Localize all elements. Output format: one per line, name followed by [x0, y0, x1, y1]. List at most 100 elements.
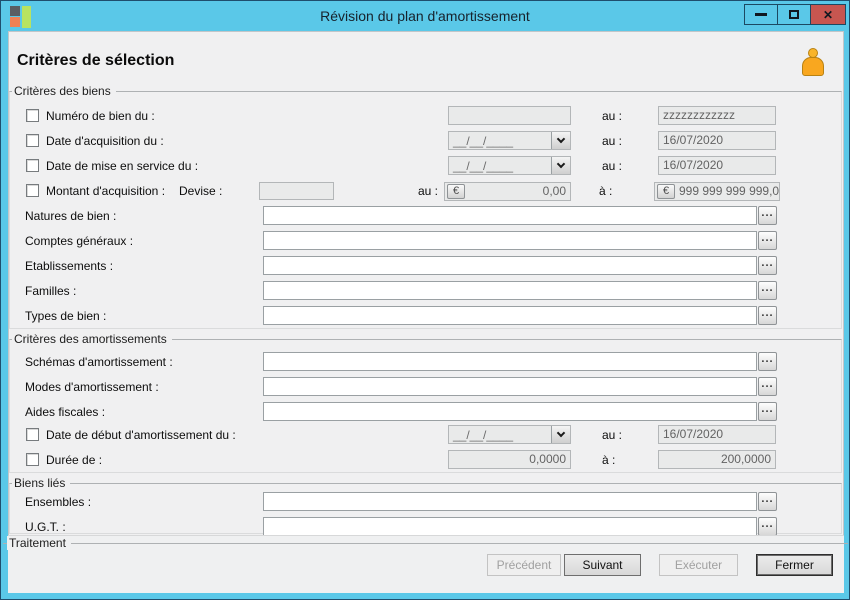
numero-bien-checkbox[interactable] [26, 109, 39, 122]
etablissements-browse-button[interactable]: ... [758, 256, 777, 275]
ellipsis-icon: ... [761, 282, 773, 294]
date-debut-to-field: 16/07/2020 [658, 425, 776, 444]
date-debut-label: Date de début d'amortissement du : [46, 428, 236, 442]
types-label: Types de bien : [25, 309, 106, 323]
schemas-input[interactable] [263, 352, 757, 371]
montant-to-field: € 999 999 999 999,00 [654, 182, 780, 201]
close-button[interactable]: ✕ [810, 4, 846, 25]
page-title: Critères de sélection [17, 52, 174, 70]
a-label: à : [599, 184, 612, 198]
familles-label: Familles : [25, 284, 76, 298]
dialog-window: Révision du plan d'amortissement ✕ Critè… [0, 0, 850, 600]
a-label: à : [602, 453, 615, 467]
suivant-button[interactable]: Suivant [564, 554, 641, 576]
euro-icon: € [447, 184, 465, 199]
date-debut-from-combo: __/__/____ [448, 425, 571, 444]
group-legend: Critères des amortissements [12, 332, 172, 346]
chevron-down-icon [557, 429, 565, 437]
ellipsis-icon: ... [761, 518, 773, 530]
ellipsis-icon: ... [761, 257, 773, 269]
minimize-button[interactable] [744, 4, 778, 25]
date-mise-service-from-combo: __/__/____ [448, 156, 571, 175]
au-label: au : [602, 134, 622, 148]
group-legend: Critères des biens [12, 84, 116, 98]
executer-button: Exécuter [659, 554, 738, 576]
types-input[interactable] [263, 306, 757, 325]
numero-bien-from-field [448, 106, 571, 125]
maximize-button[interactable] [777, 4, 811, 25]
ellipsis-icon: ... [761, 403, 773, 415]
au-label: au : [418, 184, 438, 198]
date-mise-service-to-field: 16/07/2020 [658, 156, 776, 175]
modes-input[interactable] [263, 377, 757, 396]
types-browse-button[interactable]: ... [758, 306, 777, 325]
title-bar[interactable]: Révision du plan d'amortissement ✕ [1, 1, 849, 31]
ugt-input[interactable] [263, 517, 757, 536]
duree-to-field: 200,0000 [658, 450, 776, 469]
comptes-browse-button[interactable]: ... [758, 231, 777, 250]
ensembles-browse-button[interactable]: ... [758, 492, 777, 511]
au-label: au : [602, 159, 622, 173]
precedent-button: Précédent [487, 554, 561, 576]
date-mise-service-label: Date de mise en service du : [46, 159, 198, 173]
group-legend: Biens liés [12, 476, 70, 490]
ellipsis-icon: ... [761, 232, 773, 244]
familles-input[interactable] [263, 281, 757, 300]
natures-browse-button[interactable]: ... [758, 206, 777, 225]
window-title: Révision du plan d'amortissement [1, 8, 849, 24]
date-debut-checkbox[interactable] [26, 428, 39, 441]
date-acquisition-label: Date d'acquisition du : [46, 134, 164, 148]
ugt-browse-button[interactable]: ... [758, 517, 777, 536]
ellipsis-icon: ... [761, 307, 773, 319]
ellipsis-icon: ... [761, 353, 773, 365]
dropdown-button[interactable] [551, 132, 570, 149]
comptes-label: Comptes généraux : [25, 234, 133, 248]
aides-browse-button[interactable]: ... [758, 402, 777, 421]
euro-icon: € [657, 184, 675, 199]
ellipsis-icon: ... [761, 493, 773, 505]
chevron-down-icon [557, 160, 565, 168]
user-icon [801, 48, 825, 78]
schemas-browse-button[interactable]: ... [758, 352, 777, 371]
natures-input[interactable] [263, 206, 757, 225]
devise-label: Devise : [179, 184, 222, 198]
ellipsis-icon: ... [761, 378, 773, 390]
modes-browse-button[interactable]: ... [758, 377, 777, 396]
ensembles-input[interactable] [263, 492, 757, 511]
dropdown-button[interactable] [551, 157, 570, 174]
group-legend: Traitement [7, 536, 71, 550]
devise-field [259, 182, 334, 200]
minimize-icon [755, 13, 767, 16]
date-acquisition-to-field: 16/07/2020 [658, 131, 776, 150]
numero-bien-to-field: zzzzzzzzzzzz [658, 106, 776, 125]
montant-from-field: € 0,00 [444, 182, 571, 201]
duree-label: Durée de : [46, 453, 102, 467]
natures-label: Natures de bien : [25, 209, 116, 223]
duree-checkbox[interactable] [26, 453, 39, 466]
etablissements-input[interactable] [263, 256, 757, 275]
maximize-icon [789, 10, 799, 19]
ensembles-label: Ensembles : [25, 495, 91, 509]
date-acquisition-from-combo: __/__/____ [448, 131, 571, 150]
au-label: au : [602, 109, 622, 123]
numero-bien-label: Numéro de bien du : [46, 109, 155, 123]
etablissements-label: Etablissements : [25, 259, 113, 273]
close-icon: ✕ [823, 9, 833, 21]
montant-acquisition-label: Montant d'acquisition : [46, 184, 165, 198]
duree-from-field: 0,0000 [448, 450, 571, 469]
date-acquisition-checkbox[interactable] [26, 134, 39, 147]
montant-acquisition-checkbox[interactable] [26, 184, 39, 197]
schemas-label: Schémas d'amortissement : [25, 355, 173, 369]
dropdown-button[interactable] [551, 426, 570, 443]
familles-browse-button[interactable]: ... [758, 281, 777, 300]
ellipsis-icon: ... [761, 207, 773, 219]
ugt-label: U.G.T. : [25, 520, 66, 534]
comptes-input[interactable] [263, 231, 757, 250]
date-mise-service-checkbox[interactable] [26, 159, 39, 172]
aides-label: Aides fiscales : [25, 405, 105, 419]
aides-input[interactable] [263, 402, 757, 421]
au-label: au : [602, 428, 622, 442]
fermer-button[interactable]: Fermer [756, 554, 833, 576]
modes-label: Modes d'amortissement : [25, 380, 159, 394]
chevron-down-icon [557, 135, 565, 143]
